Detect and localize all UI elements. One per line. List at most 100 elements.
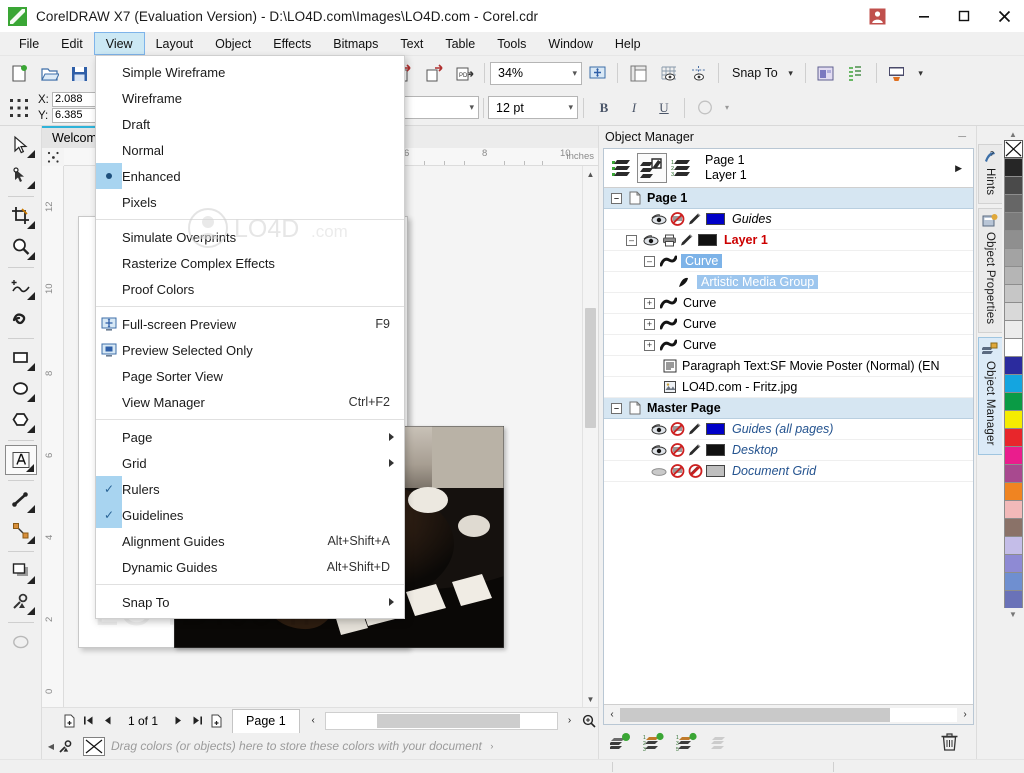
palette-swatch[interactable] — [1003, 230, 1023, 248]
scroll-down-icon[interactable]: ▼ — [583, 691, 598, 707]
expander-plus-icon[interactable]: + — [644, 339, 655, 351]
palette-swatch[interactable] — [1003, 338, 1023, 356]
docker-tab-object-properties[interactable]: Object Properties — [977, 208, 1002, 334]
edit-pencil-icon[interactable] — [688, 213, 703, 226]
palette-swatch[interactable] — [1003, 212, 1023, 230]
object-origin-icon[interactable] — [5, 95, 33, 121]
new-master-layer-odd-icon[interactable]: 123 — [640, 729, 668, 755]
tree-row-paragraph-text[interactable]: Paragraph Text:SF Movie Poster (Normal) … — [604, 356, 973, 377]
tree-row-curve-4[interactable]: + Curve — [604, 335, 973, 356]
scroll-up-icon[interactable]: ▲ — [583, 166, 598, 182]
text-tool[interactable] — [4, 445, 37, 475]
expander-plus-icon[interactable]: + — [644, 297, 655, 309]
palette-swatch[interactable] — [1003, 482, 1023, 500]
tree-row-guides[interactable]: Guides — [604, 209, 973, 230]
print-disabled-icon[interactable] — [670, 212, 685, 226]
tree-row-desktop[interactable]: Desktop — [604, 440, 973, 461]
palette-swatch[interactable] — [1003, 464, 1023, 482]
print-disabled-icon[interactable] — [670, 443, 685, 457]
canvas-horizontal-scrollbar[interactable] — [324, 711, 558, 730]
menu-layout[interactable]: Layout — [145, 32, 205, 55]
palette-swatch[interactable] — [1003, 410, 1023, 428]
menu-item-enhanced[interactable]: Enhanced — [96, 163, 404, 189]
palette-swatch[interactable] — [1003, 518, 1023, 536]
show-rulers-icon[interactable] — [624, 60, 652, 86]
eye-icon[interactable] — [651, 423, 667, 436]
palette-swatch[interactable] — [1003, 500, 1023, 518]
layer-color-swatch[interactable] — [706, 213, 725, 225]
menu-item-preview-selected-only[interactable]: Preview Selected Only — [96, 337, 404, 363]
palette-swatch[interactable] — [1003, 572, 1023, 590]
print-disabled-icon[interactable] — [670, 464, 685, 478]
tree-row-document-grid[interactable]: Document Grid — [604, 461, 973, 482]
show-grid-icon[interactable] — [654, 60, 682, 86]
menu-item-rulers[interactable]: ✓ Rulers — [96, 476, 404, 502]
tree-row-guides-all-pages[interactable]: Guides (all pages) — [604, 419, 973, 440]
palette-swatch[interactable] — [1003, 554, 1023, 572]
docker-tab-hints[interactable]: ? Hints — [977, 144, 1002, 205]
tree-row-bitmap[interactable]: LO4D.com - Fritz.jpg — [604, 377, 973, 398]
menu-text[interactable]: Text — [389, 32, 434, 55]
straight-line-connector-tool[interactable] — [5, 516, 37, 546]
edit-disabled-icon[interactable] — [688, 464, 703, 478]
palette-eyedropper-icon[interactable] — [56, 736, 75, 756]
ellipse-tool[interactable] — [5, 374, 37, 404]
last-page-button[interactable] — [188, 711, 207, 731]
publish-pdf-icon[interactable]: PDF — [450, 60, 478, 86]
menu-table[interactable]: Table — [434, 32, 486, 55]
fullscreen-icon[interactable] — [583, 60, 611, 86]
crop-tool[interactable] — [5, 201, 37, 231]
show-object-properties-icon[interactable] — [607, 153, 637, 183]
underline-icon[interactable]: U — [650, 95, 678, 121]
menu-bitmaps[interactable]: Bitmaps — [322, 32, 389, 55]
menu-item-wireframe[interactable]: Wireframe — [96, 85, 404, 111]
open-document-icon[interactable] — [35, 60, 63, 86]
tree-row-layer1[interactable]: – Layer 1 — [604, 230, 973, 251]
expander-minus-icon[interactable]: – — [644, 255, 655, 267]
menu-item-page[interactable]: Page — [96, 424, 404, 450]
palette-swatch[interactable] — [1003, 266, 1023, 284]
collapse-docker-icon[interactable]: ─ — [958, 131, 970, 143]
outline-dropdown-icon[interactable]: ▾ — [721, 95, 733, 121]
expander-plus-icon[interactable]: + — [644, 318, 655, 330]
expander-minus-icon[interactable]: – — [626, 234, 637, 246]
palette-scroll-up-icon[interactable]: ▲ — [1009, 128, 1017, 140]
canvas-vertical-scrollbar[interactable]: ▲ ▼ — [582, 166, 598, 707]
hscroll-right-button[interactable]: › — [560, 711, 579, 731]
save-document-icon[interactable] — [65, 60, 93, 86]
color-eyedropper-tool[interactable] — [5, 587, 37, 617]
palette-scroll-right-icon[interactable]: › — [486, 736, 498, 756]
menu-file[interactable]: File — [8, 32, 50, 55]
eye-icon[interactable] — [651, 213, 667, 226]
application-launcher-icon[interactable] — [883, 60, 911, 86]
menu-item-guidelines[interactable]: ✓ Guidelines — [96, 502, 404, 528]
edit-pencil-icon[interactable] — [688, 444, 703, 457]
tree-row-artistic-media-group[interactable]: Artistic Media Group — [604, 272, 973, 293]
eye-dim-icon[interactable] — [651, 465, 667, 478]
edit-across-layers-icon[interactable] — [637, 153, 667, 183]
no-fill-x-icon[interactable] — [1003, 140, 1023, 158]
first-page-button[interactable] — [79, 711, 98, 731]
add-page-before-icon[interactable] — [60, 711, 79, 731]
palette-swatch[interactable] — [1003, 590, 1023, 608]
menu-item-simulate-overprints[interactable]: Simulate Overprints — [96, 224, 404, 250]
menu-item-alignment-guides[interactable]: Alignment Guides Alt+Shift+A — [96, 528, 404, 554]
pick-tool[interactable] — [5, 130, 37, 160]
user-account-icon[interactable] — [862, 4, 892, 28]
palette-swatch[interactable] — [1003, 374, 1023, 392]
launcher-dropdown-icon[interactable]: ▾ — [913, 60, 929, 86]
options-icon[interactable] — [812, 60, 840, 86]
menu-item-dynamic-guides[interactable]: Dynamic Guides Alt+Shift+D — [96, 554, 404, 580]
menu-view[interactable]: View — [93, 32, 145, 55]
navigator-icon[interactable] — [579, 711, 598, 731]
menu-object[interactable]: Object — [204, 32, 262, 55]
hscroll-thumb[interactable] — [376, 713, 520, 728]
show-guidelines-icon[interactable] — [684, 60, 712, 86]
snap-to-dropdown-icon[interactable]: ▾ — [783, 60, 799, 86]
object-tree[interactable]: – Page 1 Guides – Layer 1 – Curve Artist… — [604, 187, 973, 704]
menu-item-pixels[interactable]: Pixels — [96, 189, 404, 215]
layer-manager-view-icon[interactable]: 123 — [667, 153, 697, 183]
menu-item-simple-wireframe[interactable]: Simple Wireframe — [96, 59, 404, 85]
bold-icon[interactable]: B — [590, 95, 618, 121]
tree-row-curve-2[interactable]: + Curve — [604, 293, 973, 314]
